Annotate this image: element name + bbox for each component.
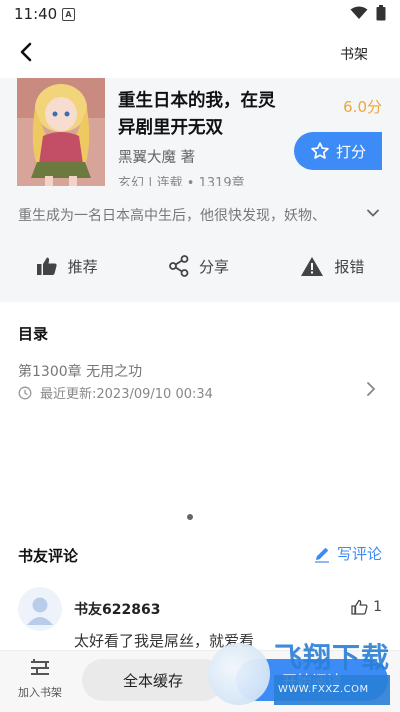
book-actions: 推荐 分享 报错 <box>0 248 400 284</box>
full-cache-button[interactable]: 全本缓存 <box>82 659 224 701</box>
avatar <box>18 587 62 631</box>
bookshelf-icon <box>31 659 49 675</box>
add-to-shelf-button[interactable]: 加入书架 <box>12 658 68 700</box>
watermark-text: 飞翔下载 WWW.FXXZ.COM <box>274 641 391 705</box>
share-label: 分享 <box>198 257 229 276</box>
star-icon <box>311 142 329 159</box>
clock-icon <box>18 386 32 399</box>
rate-label: 打分 <box>335 142 366 161</box>
watermark-title: 飞翔下载 <box>274 641 391 674</box>
share-icon <box>169 255 189 277</box>
watermark-logo-icon <box>208 643 270 705</box>
book-description: 重生成为一名日本高中生后，他很快发现，妖物、 <box>18 208 326 224</box>
bookshelf-link[interactable]: 书架 <box>340 44 368 64</box>
comment-like-button[interactable]: 1 <box>351 599 382 615</box>
wifi-icon <box>350 6 368 19</box>
notification-icon: A <box>62 8 75 21</box>
battery-icon <box>376 5 386 21</box>
warning-icon <box>301 256 324 276</box>
add-to-shelf-label: 加入书架 <box>18 686 62 699</box>
thumbs-up-icon <box>36 257 57 275</box>
write-comment-button[interactable]: 写评论 <box>313 543 382 564</box>
chevron-down-icon[interactable] <box>366 206 380 220</box>
report-error-button[interactable]: 报错 <box>300 256 364 277</box>
book-author: 黑翼大魔 著 <box>118 150 196 166</box>
full-cache-label: 全本缓存 <box>122 671 183 690</box>
watermark: 飞翔下载 WWW.FXXZ.COM <box>208 640 398 708</box>
comments-title: 书友评论 <box>18 547 79 565</box>
chevron-right-icon[interactable] <box>366 381 376 397</box>
rate-button[interactable]: 打分 <box>294 132 382 170</box>
status-time: 11:40 <box>14 5 58 23</box>
pencil-icon <box>314 547 329 563</box>
commenter-name: 书友622863 <box>74 602 161 618</box>
share-button[interactable]: 分享 <box>169 255 229 277</box>
recommend-label: 推荐 <box>67 257 98 276</box>
page-indicator-dot <box>187 514 193 520</box>
book-title: 重生日本的我，在灵异剧里开无双 <box>118 91 276 138</box>
write-comment-label: 写评论 <box>336 545 382 563</box>
status-icons <box>350 5 386 21</box>
latest-chapter[interactable]: 第1300章 无用之功 <box>18 361 142 381</box>
book-cover-image <box>17 78 105 186</box>
book-meta: 玄幻 | 连载 • 1319章 <box>118 176 245 186</box>
toc-title: 目录 <box>18 325 49 343</box>
comment-like-count: 1 <box>373 599 382 615</box>
watermark-url: WWW.FXXZ.COM <box>274 675 391 705</box>
last-updated: 最近更新:2023/09/10 00:34 <box>18 383 213 402</box>
thumbs-up-outline-icon <box>351 599 368 615</box>
report-error-label: 报错 <box>334 257 365 276</box>
recommend-button[interactable]: 推荐 <box>36 256 98 277</box>
back-arrow-icon[interactable] <box>16 40 38 64</box>
book-score: 6.0分 <box>343 98 382 116</box>
last-updated-text: 最近更新:2023/09/10 00:34 <box>40 387 213 402</box>
